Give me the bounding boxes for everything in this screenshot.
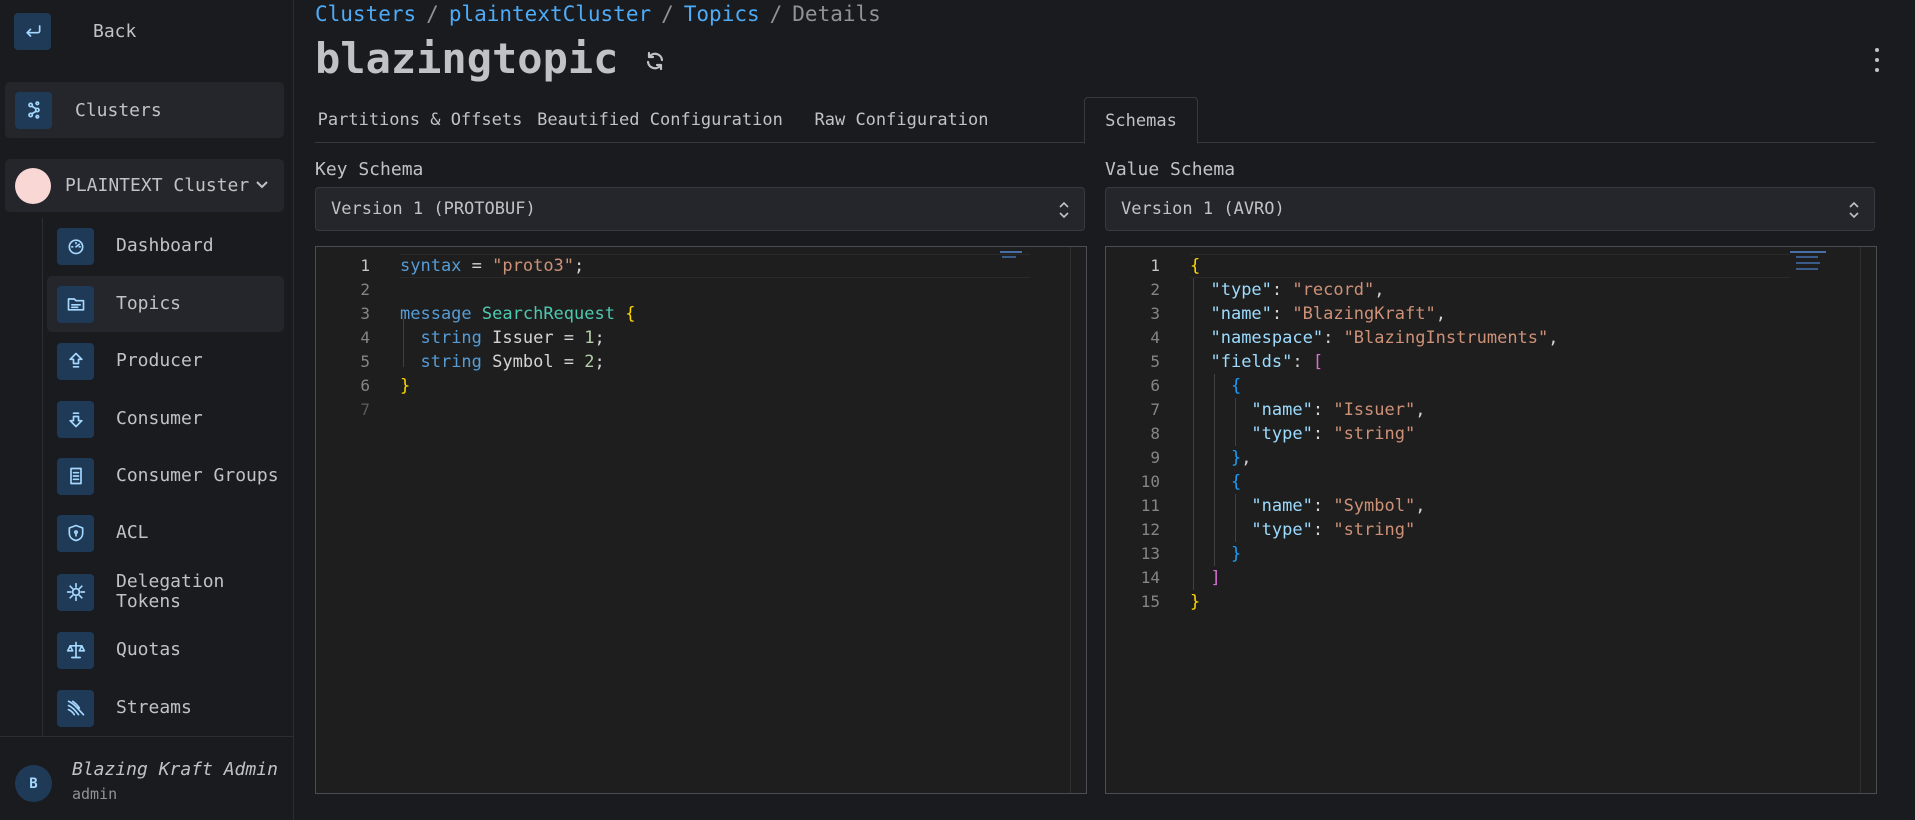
breadcrumb-clusters[interactable]: Clusters: [315, 2, 416, 26]
editor-scrollbar[interactable]: [1860, 247, 1876, 793]
code-line: 1{: [1150, 256, 1201, 276]
sidebar-item-label: Producer: [116, 350, 203, 371]
code-line: 2 "type": "record",: [1150, 280, 1385, 300]
minimap: [1796, 262, 1820, 264]
breadcrumb: Clusters / plaintextCluster / Topics / D…: [315, 2, 881, 26]
code-line: 6 {: [1150, 376, 1242, 396]
shield-icon: [57, 514, 94, 552]
user-role: admin: [72, 785, 118, 803]
back-label: Back: [93, 20, 137, 42]
user-panel[interactable]: B Blazing Kraft Admin admin: [0, 736, 294, 820]
minimap: [1000, 251, 1022, 253]
scale-icon: [57, 631, 94, 669]
producer-icon: [57, 342, 94, 380]
sidebar-item-acl[interactable]: ACL: [47, 505, 284, 561]
sidebar-item-quotas[interactable]: Quotas: [47, 622, 284, 678]
avatar: B: [15, 765, 52, 802]
breadcrumb-separator: /: [426, 2, 439, 26]
code-line: 9 },: [1150, 448, 1252, 468]
select-arrows-icon: [1058, 201, 1070, 219]
sidebar-item-consumer-groups[interactable]: Consumer Groups: [47, 448, 284, 504]
minimap: [1002, 256, 1016, 258]
breadcrumb-cluster[interactable]: plaintextCluster: [449, 2, 651, 26]
page-title: blazingtopic: [315, 34, 619, 83]
sidebar-item-label: Streams: [116, 697, 192, 718]
sidebar-item-producer[interactable]: Producer: [47, 333, 284, 389]
streams-icon: [57, 689, 94, 727]
minimap: [1796, 256, 1818, 258]
tab-partitions-offsets[interactable]: Partitions & Offsets: [315, 97, 525, 143]
sidebar-item-dashboard[interactable]: Dashboard: [47, 218, 284, 274]
consumer-groups-icon: [57, 457, 94, 495]
subnav-divider: [42, 218, 43, 736]
sidebar-item-consumer[interactable]: Consumer: [47, 391, 284, 447]
editor-scrollbar[interactable]: [1070, 247, 1086, 793]
sidebar-item-label: Consumer Groups: [116, 465, 279, 486]
cluster-color-dot: [15, 167, 51, 204]
back-arrow-icon: [14, 12, 51, 50]
dashboard-icon: [57, 227, 94, 265]
key-schema-label: Key Schema: [315, 159, 424, 180]
code-line: 4 string Issuer = 1;: [360, 328, 605, 348]
code-line: 1 syntax = "proto3";: [360, 256, 585, 276]
code-line: 3 message SearchRequest {: [360, 304, 636, 324]
consumer-icon: [57, 400, 94, 438]
refresh-icon[interactable]: [643, 49, 667, 73]
code-line: 6}: [360, 376, 411, 396]
breadcrumb-separator: /: [661, 2, 674, 26]
clusters-icon: [15, 91, 52, 129]
code-line: 7 "name": "Issuer",: [1150, 400, 1426, 420]
sidebar-item-label: Topics: [116, 293, 182, 314]
breadcrumb-topics[interactable]: Topics: [684, 2, 760, 26]
select-arrows-icon: [1848, 201, 1860, 219]
minimap: [1790, 251, 1826, 253]
user-name: Blazing Kraft Admin: [72, 759, 278, 780]
breadcrumb-current: Details: [792, 2, 881, 26]
cluster-selector[interactable]: PLAINTEXT Cluster: [5, 159, 284, 212]
code-line: 5 "fields": [: [1150, 352, 1324, 372]
sidebar-item-label: Dashboard: [116, 235, 214, 256]
code-line: 3 "name": "BlazingKraft",: [1150, 304, 1446, 324]
back-button[interactable]: Back: [14, 12, 136, 50]
tab-bar: Partitions & Offsets Beautified Configur…: [315, 97, 1875, 144]
topics-icon: [57, 285, 94, 323]
value-schema-selected: Version 1 (AVRO): [1121, 199, 1285, 219]
tab-beautified-configuration[interactable]: Beautified Configuration: [525, 97, 795, 143]
sidebar-item-label: Delegation Tokens: [116, 571, 225, 612]
tab-schemas[interactable]: Schemas: [1084, 97, 1198, 144]
breadcrumb-separator: /: [769, 2, 783, 26]
code-line: 12 "type": "string": [1140, 520, 1416, 540]
code-line: 10 {: [1140, 472, 1242, 492]
code-line: 15}: [1140, 592, 1201, 612]
sidebar-item-delegation-tokens[interactable]: Delegation Tokens: [47, 564, 284, 620]
key-schema-editor[interactable]: 1 syntax = "proto3"; 2 3 message SearchReq…: [315, 246, 1087, 794]
key-schema-version-select[interactable]: Version 1 (PROTOBUF): [315, 187, 1085, 231]
tab-raw-configuration[interactable]: Raw Configuration: [795, 97, 1008, 143]
value-schema-version-select[interactable]: Version 1 (AVRO): [1105, 187, 1875, 231]
key-schema-selected: Version 1 (PROTOBUF): [331, 199, 536, 219]
sidebar-item-label: ACL: [116, 522, 149, 543]
code-line: 4 "namespace": "BlazingInstruments",: [1150, 328, 1559, 348]
nav-clusters[interactable]: Clusters: [5, 82, 284, 138]
sidebar-item-label: Quotas: [116, 639, 182, 660]
chevron-down-icon: [254, 176, 270, 192]
more-menu-icon[interactable]: [1872, 48, 1882, 72]
code-line: 14 ]: [1140, 568, 1221, 588]
sidebar-item-topics[interactable]: Topics: [47, 276, 284, 332]
code-line: 5 string Symbol = 2;: [360, 352, 605, 372]
value-schema-label: Value Schema: [1105, 159, 1236, 180]
cluster-name: PLAINTEXT Cluster: [65, 175, 250, 196]
sidebar: Back Clusters PLAINTEXT Cluster Dashboar…: [0, 0, 294, 820]
value-schema-editor[interactable]: 1{ 2 "type": "record", 3 "name": "Blazin…: [1105, 246, 1877, 794]
nav-clusters-label: Clusters: [75, 99, 162, 121]
sidebar-item-streams[interactable]: Streams: [47, 680, 284, 736]
minimap: [1796, 268, 1818, 270]
code-line: 8 "type": "string": [1150, 424, 1416, 444]
sidebar-item-label: Consumer: [116, 408, 203, 429]
code-line: 11 "name": "Symbol",: [1140, 496, 1426, 516]
code-line: 13 }: [1140, 544, 1242, 564]
token-icon: [57, 573, 94, 611]
